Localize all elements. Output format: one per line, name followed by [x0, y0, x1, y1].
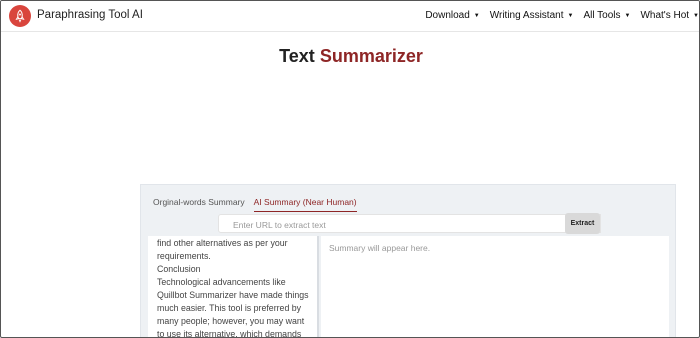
menu-label: Download — [425, 10, 470, 21]
url-field-wrapper — [218, 214, 601, 234]
caret-down-icon: ▼ — [567, 12, 574, 19]
caret-down-icon: ▼ — [693, 12, 699, 19]
caret-down-icon: ▼ — [473, 12, 480, 19]
input-text: find other alternatives as per your requ… — [148, 236, 317, 338]
page-title-part2: Summarizer — [319, 46, 423, 66]
input-line: Technological advancements like — [157, 277, 286, 287]
rocket-icon[interactable] — [9, 5, 31, 27]
input-text-area[interactable]: find other alternatives as per your requ… — [148, 236, 319, 338]
menu-label: All Tools — [583, 10, 621, 21]
tab-ai-summary[interactable]: AI Summary (Near Human) — [253, 197, 357, 212]
input-line: Conclusion — [157, 264, 201, 274]
top-navbar: Paraphrasing Tool AI Download ▼ Writing … — [1, 1, 699, 32]
browser-page: Paraphrasing Tool AI Download ▼ Writing … — [0, 0, 700, 338]
summary-placeholder: Summary will appear here. — [329, 243, 431, 253]
menu-download[interactable]: Download ▼ — [425, 10, 479, 21]
menu-whats-hot[interactable]: What's Hot ▼ — [640, 10, 699, 21]
menu-all-tools[interactable]: All Tools ▼ — [583, 10, 630, 21]
summary-output-area[interactable]: Summary will appear here. — [321, 236, 669, 337]
input-line: much easier. This tool is preferred by — [157, 303, 302, 313]
page-title: Text Summarizer — [1, 46, 699, 67]
main-menu: Download ▼ Writing Assistant ▼ All Tools… — [415, 10, 699, 21]
input-line: requirements. — [157, 251, 211, 261]
menu-label: Writing Assistant — [489, 10, 564, 21]
input-line: Quillbot Summarizer have made things — [157, 290, 309, 300]
input-line: to use its alternative, which demands — [157, 329, 302, 338]
page-title-part1: Text — [279, 46, 315, 66]
caret-down-icon: ▼ — [624, 12, 631, 19]
summarizer-panel: Orginal-words Summary AI Summary (Near H… — [140, 184, 676, 338]
input-line: many people; however, you may want — [157, 316, 305, 326]
url-input[interactable] — [219, 216, 600, 234]
menu-writing-assistant[interactable]: Writing Assistant ▼ — [490, 10, 574, 21]
input-line: find other alternatives as per your — [157, 238, 288, 248]
tab-original-words-summary[interactable]: Orginal-words Summary — [153, 197, 245, 212]
summary-mode-tabs: Orginal-words Summary AI Summary (Near H… — [153, 197, 366, 212]
brand-name[interactable]: Paraphrasing Tool AI — [37, 9, 143, 21]
menu-label: What's Hot — [640, 10, 690, 21]
extract-button[interactable]: Extract — [565, 213, 600, 234]
